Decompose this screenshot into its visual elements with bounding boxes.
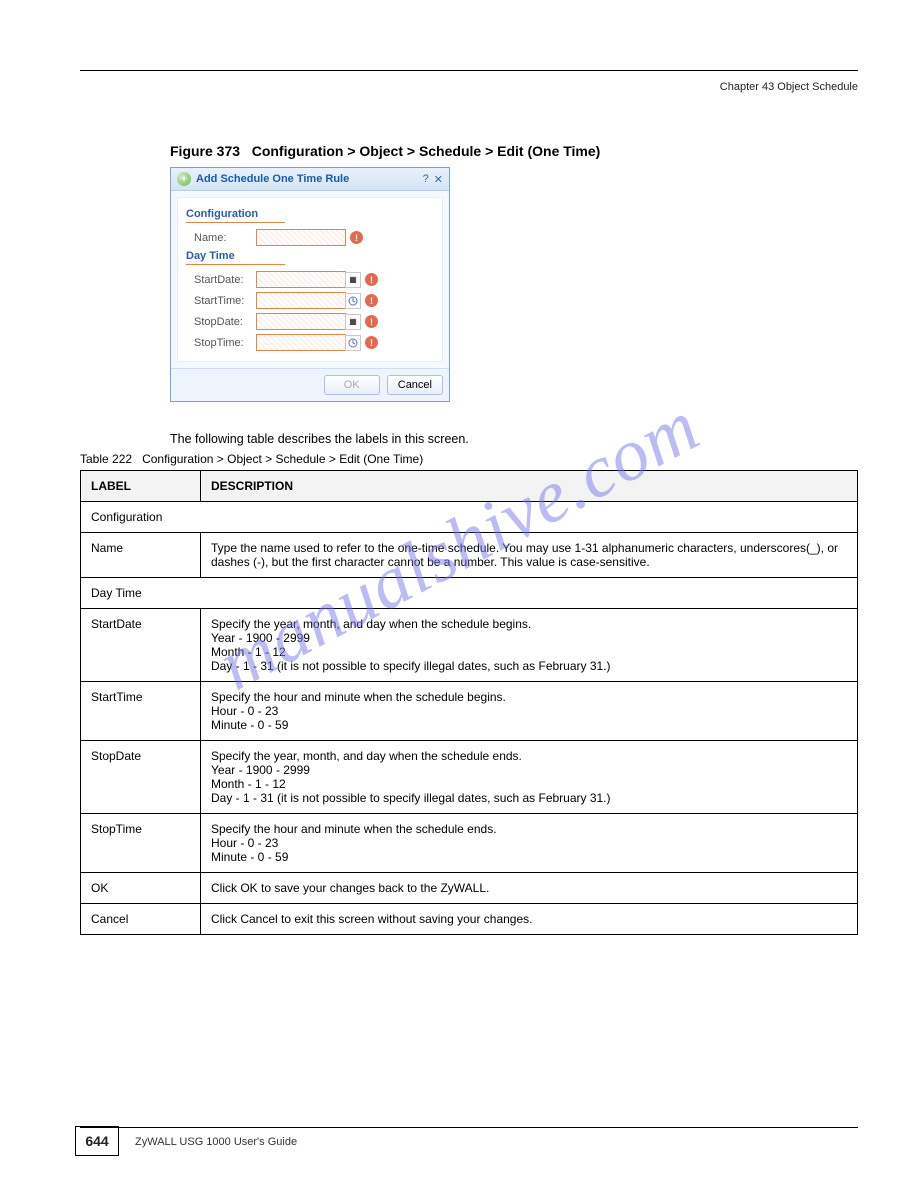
- chapter-header: Chapter 43 Object Schedule: [80, 81, 858, 93]
- table-group: Configuration: [81, 502, 858, 533]
- figure-number: Figure 373: [170, 143, 240, 159]
- stopdate-label: StopDate:: [186, 316, 256, 328]
- name-input[interactable]: [256, 229, 346, 246]
- table-desc-cell: Specify the hour and minute when the sch…: [201, 682, 858, 741]
- description-table: LABEL DESCRIPTION ConfigurationNameType …: [80, 470, 858, 935]
- calendar-icon[interactable]: ▦: [345, 272, 361, 288]
- table-label-cell: StartDate: [81, 609, 201, 682]
- table-group: Day Time: [81, 578, 858, 609]
- ok-button[interactable]: OK: [324, 375, 380, 395]
- table-intro: The following table describes the labels…: [170, 432, 858, 446]
- figure-caption: Figure 373 Configuration > Object > Sche…: [170, 143, 858, 159]
- row-stopdate: StopDate: ▦ !: [186, 313, 434, 330]
- cancel-button[interactable]: Cancel: [387, 375, 443, 395]
- stoptime-input[interactable]: [256, 334, 346, 351]
- top-rule: [80, 70, 858, 71]
- name-label: Name:: [186, 232, 256, 244]
- table-label-cell: StopTime: [81, 814, 201, 873]
- chapter-short: Schedule: [812, 81, 858, 93]
- dialog: + Add Schedule One Time Rule ? ✕ Configu…: [170, 167, 450, 402]
- section-rule: [186, 222, 434, 223]
- page-number: 644: [75, 1126, 119, 1156]
- starttime-label: StartTime:: [186, 295, 256, 307]
- dialog-titlebar: + Add Schedule One Time Rule ? ✕: [171, 168, 449, 191]
- row-startdate: StartDate: ▦ !: [186, 271, 434, 288]
- row-starttime: StartTime: !: [186, 292, 434, 309]
- table-number: Table 222: [80, 452, 132, 466]
- dialog-body: Configuration Name: ! Day Time StartDate…: [177, 197, 443, 362]
- table-label-cell: Name: [81, 533, 201, 578]
- clock-icon[interactable]: [345, 293, 361, 309]
- error-icon: !: [365, 336, 378, 349]
- figure-title: Configuration > Object > Schedule > Edit…: [252, 143, 601, 159]
- close-icon[interactable]: ✕: [434, 173, 443, 186]
- error-icon: !: [365, 315, 378, 328]
- table-desc-cell: Type the name used to refer to the one-t…: [201, 533, 858, 578]
- table-desc-cell: Click OK to save your changes back to th…: [201, 873, 858, 904]
- section-config-heading: Configuration: [186, 208, 434, 220]
- starttime-input[interactable]: [256, 292, 346, 309]
- table-label-cell: Cancel: [81, 904, 201, 935]
- bottom-rule: [80, 1127, 858, 1128]
- table-title: Configuration > Object > Schedule > Edit…: [142, 452, 423, 466]
- table-label-cell: OK: [81, 873, 201, 904]
- col-desc: DESCRIPTION: [201, 471, 858, 502]
- chapter-line: Chapter 43 Object: [720, 81, 809, 93]
- help-icon[interactable]: ?: [423, 173, 429, 185]
- row-name: Name: !: [186, 229, 434, 246]
- calendar-icon[interactable]: ▦: [345, 314, 361, 330]
- error-icon: !: [365, 273, 378, 286]
- dialog-title-text: Add Schedule One Time Rule: [196, 173, 418, 185]
- table-label-cell: StopDate: [81, 741, 201, 814]
- table-desc-cell: Specify the hour and minute when the sch…: [201, 814, 858, 873]
- add-icon: +: [177, 172, 191, 186]
- table-desc-cell: Specify the year, month, and day when th…: [201, 609, 858, 682]
- col-label: LABEL: [81, 471, 201, 502]
- clock-icon[interactable]: [345, 335, 361, 351]
- error-icon: !: [365, 294, 378, 307]
- stopdate-input[interactable]: [256, 313, 346, 330]
- section-rule: [186, 264, 434, 265]
- section-daytime-heading: Day Time: [186, 250, 434, 262]
- startdate-input[interactable]: [256, 271, 346, 288]
- row-stoptime: StopTime: !: [186, 334, 434, 351]
- table-desc-cell: Specify the year, month, and day when th…: [201, 741, 858, 814]
- stoptime-label: StopTime:: [186, 337, 256, 349]
- dialog-footer: OK Cancel: [171, 368, 449, 401]
- error-icon: !: [350, 231, 363, 244]
- table-caption: Table 222 Configuration > Object > Sched…: [80, 452, 858, 466]
- table-label-cell: StartTime: [81, 682, 201, 741]
- table-desc-cell: Click Cancel to exit this screen without…: [201, 904, 858, 935]
- footer-guide: ZyWALL USG 1000 User's Guide: [135, 1136, 297, 1148]
- startdate-label: StartDate:: [186, 274, 256, 286]
